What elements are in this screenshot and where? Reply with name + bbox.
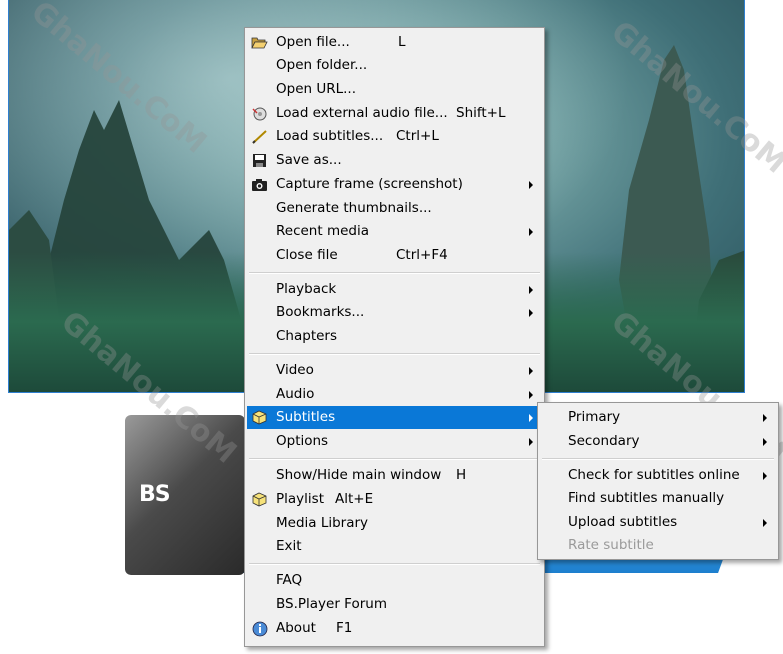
menu-item-label: Close file [276, 247, 338, 263]
context-menu: Open file... L Open folder... Open URL..… [244, 27, 545, 647]
menu-item-label: Show/Hide main window [276, 467, 442, 483]
submenu-item-label: Rate subtitle [568, 537, 654, 553]
folder-open-icon [251, 37, 268, 49]
menu-item-label: About [276, 620, 316, 636]
menu-item-label: Load external audio file... [276, 105, 448, 121]
audio-file-icon [252, 107, 267, 121]
menu-item-chapters[interactable]: Chapters [247, 325, 542, 348]
menu-item-subtitles[interactable]: Subtitles [247, 406, 542, 429]
submenu-item-label: Primary [568, 409, 621, 425]
menu-item-show-hide-main-window[interactable]: Show/Hide main window H [247, 464, 542, 487]
menu-item-open-url[interactable]: Open URL... [247, 78, 542, 101]
submenu-arrow-icon [529, 228, 533, 236]
menu-separator [249, 272, 540, 274]
menu-separator [542, 458, 774, 460]
menu-item-label: Playlist [276, 491, 324, 507]
menu-item-playback[interactable]: Playback [247, 278, 542, 301]
submenu-arrow-icon [529, 438, 533, 446]
menu-item-label: Open file... [276, 34, 350, 50]
menu-item-label: Video [276, 362, 314, 378]
submenu-item-upload-subtitles[interactable]: Upload subtitles [540, 511, 776, 534]
menu-item-capture-frame[interactable]: Capture frame (screenshot) [247, 173, 542, 196]
menu-item-open-file[interactable]: Open file... L [247, 31, 542, 54]
submenu-item-primary[interactable]: Primary [540, 406, 776, 429]
menu-item-video[interactable]: Video [247, 359, 542, 382]
menu-item-about[interactable]: About F1 [247, 617, 542, 640]
submenu-arrow-icon [529, 286, 533, 294]
menu-item-label: Media Library [276, 515, 369, 531]
submenu-arrow-icon [529, 367, 533, 375]
menu-item-label: Options [276, 433, 329, 449]
menu-item-label: Capture frame (screenshot) [276, 176, 463, 192]
submenu-item-label: Check for subtitles online [568, 467, 740, 483]
menu-item-exit[interactable]: Exit [247, 535, 542, 558]
menu-item-label: Load subtitles... [276, 128, 384, 144]
submenu-arrow-icon [529, 391, 533, 399]
menu-item-label: Audio [276, 386, 315, 402]
menu-item-label: Playback [276, 281, 337, 297]
menu-separator [249, 353, 540, 355]
submenu-arrow-icon [763, 472, 767, 480]
menu-item-save-as[interactable]: Save as... [247, 149, 542, 172]
menu-separator [249, 458, 540, 460]
menu-item-shortcut: Ctrl+F4 [396, 247, 448, 263]
subtitles-submenu: Primary Secondary Check for subtitles on… [537, 402, 779, 560]
menu-item-audio[interactable]: Audio [247, 383, 542, 406]
menu-item-label: Chapters [276, 328, 338, 344]
menu-item-label: Subtitles [276, 409, 336, 425]
menu-item-label: Open folder... [276, 57, 368, 73]
info-globe-icon [252, 621, 268, 637]
submenu-item-secondary[interactable]: Secondary [540, 430, 776, 453]
menu-item-recent-media[interactable]: Recent media [247, 220, 542, 243]
menu-item-generate-thumbnails[interactable]: Generate thumbnails... [247, 197, 542, 220]
bsplayer-logo: BS [125, 415, 245, 575]
menu-item-shortcut: F1 [336, 620, 353, 636]
submenu-arrow-icon [529, 414, 533, 422]
subtitles-icon [252, 410, 267, 425]
menu-item-label: Save as... [276, 152, 342, 168]
menu-item-shortcut: Alt+E [335, 491, 374, 507]
menu-item-playlist[interactable]: Playlist Alt+E [247, 488, 542, 511]
submenu-item-rate-subtitle: Rate subtitle [540, 534, 776, 557]
submenu-arrow-icon [529, 181, 533, 189]
submenu-item-find-manually[interactable]: Find subtitles manually [540, 487, 776, 510]
menu-item-label: BS.Player Forum [276, 596, 387, 612]
submenu-item-label: Secondary [568, 433, 640, 449]
menu-item-shortcut: Ctrl+L [396, 128, 439, 144]
menu-item-options[interactable]: Options [247, 430, 542, 453]
submenu-arrow-icon [763, 438, 767, 446]
menu-item-media-library[interactable]: Media Library [247, 512, 542, 535]
menu-item-load-subtitles[interactable]: Load subtitles... Ctrl+L [247, 125, 542, 148]
menu-item-label: FAQ [276, 572, 303, 588]
menu-item-bsplayer-forum[interactable]: BS.Player Forum [247, 593, 542, 616]
menu-item-shortcut: L [398, 34, 406, 50]
menu-item-label: Recent media [276, 223, 369, 239]
playlist-icon [252, 492, 267, 507]
menu-item-faq[interactable]: FAQ [247, 569, 542, 592]
camera-icon [252, 179, 267, 191]
menu-separator [249, 563, 540, 565]
menu-item-shortcut: Shift+L [456, 105, 506, 121]
menu-item-label: Generate thumbnails... [276, 200, 432, 216]
menu-item-bookmarks[interactable]: Bookmarks... [247, 301, 542, 324]
floppy-disk-icon [253, 154, 266, 167]
submenu-item-label: Find subtitles manually [568, 490, 725, 506]
menu-item-load-external-audio[interactable]: Load external audio file... Shift+L [247, 102, 542, 125]
submenu-arrow-icon [763, 519, 767, 527]
submenu-item-check-online[interactable]: Check for subtitles online [540, 464, 776, 487]
menu-item-close-file[interactable]: Close file Ctrl+F4 [247, 244, 542, 267]
menu-item-open-folder[interactable]: Open folder... [247, 54, 542, 77]
bsplayer-logo-text: BS [139, 482, 171, 507]
menu-item-label: Exit [276, 538, 302, 554]
submenu-arrow-icon [529, 309, 533, 317]
menu-item-label: Open URL... [276, 81, 357, 97]
menu-item-label: Bookmarks... [276, 304, 365, 320]
subtitle-pen-icon [252, 130, 267, 144]
submenu-arrow-icon [763, 414, 767, 422]
menu-item-shortcut: H [456, 467, 467, 483]
submenu-item-label: Upload subtitles [568, 514, 678, 530]
